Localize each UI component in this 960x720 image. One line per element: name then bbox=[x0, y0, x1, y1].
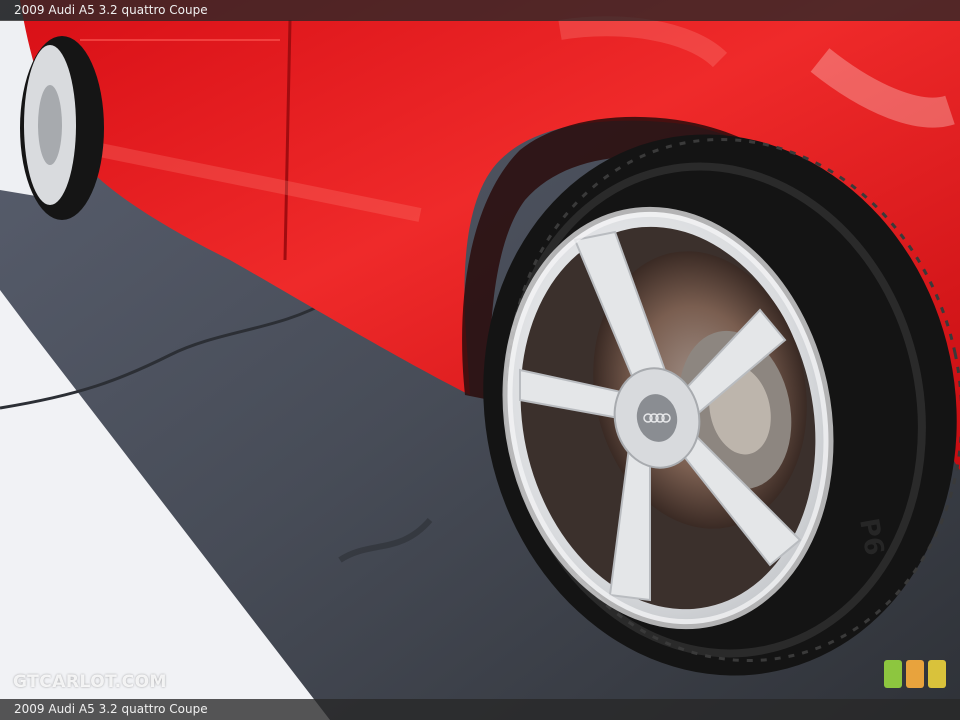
car-wheel-photo: P6 bbox=[0, 0, 960, 720]
photo-caption-bar[interactable]: 2009 Audi A5 3.2 quattro Coupe bbox=[0, 699, 960, 720]
photo-title-bar: 2009 Audi A5 3.2 quattro Coupe bbox=[0, 0, 960, 21]
site-watermark: GTCARLOT.COM bbox=[13, 672, 167, 692]
photo-stage: P6 2009 Audi A5 3.2 quattro Coupe GTCARL… bbox=[0, 0, 960, 720]
photo-caption: 2009 Audi A5 3.2 quattro Coupe bbox=[14, 702, 208, 716]
tire-sidewall-text: P6 bbox=[853, 516, 889, 558]
three-color-badge-icon bbox=[884, 660, 946, 688]
photo-title: 2009 Audi A5 3.2 quattro Coupe bbox=[14, 3, 208, 17]
